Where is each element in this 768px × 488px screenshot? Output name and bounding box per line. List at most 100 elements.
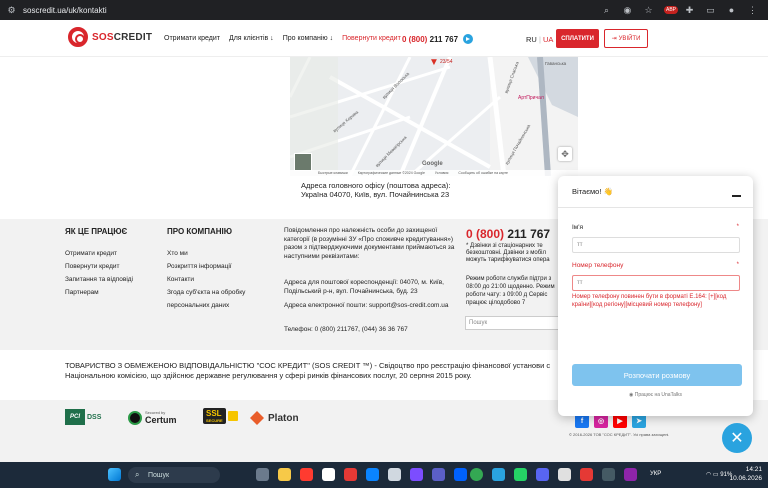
site-info-icon[interactable]: ⚙ (6, 5, 17, 16)
telegram-taskbar-icon[interactable] (492, 468, 505, 481)
nav-for-clients[interactable]: Для клієнтів ↓ (229, 35, 274, 42)
certum-icon (128, 410, 142, 425)
lang-ru[interactable]: RU (526, 35, 537, 44)
ssl-badge: SSL SECURE (203, 408, 238, 424)
phone-input[interactable]: тт (572, 275, 740, 291)
login-button[interactable]: ⇥ УВІЙТИ (604, 29, 648, 48)
platon-icon (250, 411, 264, 425)
start-icon[interactable] (108, 468, 121, 481)
youtube-icon[interactable]: ▶ (613, 414, 627, 428)
header-phone[interactable]: 0 (800) 211 767 (402, 34, 474, 44)
extension-icon[interactable]: ABP (663, 6, 678, 14)
working-hours: Режим роботи служби підтри з 08:00 до 21… (466, 276, 555, 306)
menu-icon[interactable]: ⋮ (747, 5, 758, 16)
address-bar[interactable]: soscredit.ua/uk/kontakti (23, 6, 601, 15)
google-logo: Google (422, 161, 443, 167)
footer-link[interactable]: Партнерам (65, 289, 99, 296)
nav-about[interactable]: Про компанію ↓ (283, 35, 333, 42)
nav-get-credit[interactable]: Отримати кредит (164, 35, 220, 42)
map-shortcuts-link[interactable]: Быстрые клавиши (318, 171, 348, 175)
whatsapp-icon[interactable] (514, 468, 527, 481)
footer-big-phone[interactable]: 0 (800) 211 767 (466, 227, 550, 241)
close-chat-button[interactable]: ✕ (722, 423, 752, 453)
legal-text: ТОВАРИСТВО З ОБМЕЖЕНОЮ ВІДПОВІДАЛЬНІСТЮ … (65, 361, 551, 380)
app-icon[interactable] (388, 468, 401, 481)
footer-link[interactable]: Розкриття інформації (167, 263, 232, 270)
keyboard-language[interactable]: УКР (650, 471, 661, 477)
move-icon: ✥ (561, 148, 569, 159)
map-poi[interactable]: АртПричал (518, 95, 544, 101)
map-marker-icon[interactable]: ▼ (429, 57, 439, 68)
chat-widget: Вітаємо! 👋 Ім'я * тт Номер телефону * тт… (558, 176, 753, 416)
map-caption: Быстрые клавиши Картографические данные … (290, 170, 578, 176)
footer-link[interactable]: персональних даних (167, 302, 229, 309)
file-explorer-icon[interactable] (278, 468, 291, 481)
footer-link[interactable]: Повернути кредит (65, 263, 119, 270)
nav-repay-credit[interactable]: Повернути кредит (342, 35, 401, 42)
task-view-icon[interactable] (256, 468, 269, 481)
instagram-icon[interactable]: ◎ (594, 414, 608, 428)
google-map[interactable]: ▼ 23/54 вулиця Спаська вулиця Волоська в… (290, 57, 578, 176)
map-streets (290, 57, 578, 176)
lang-ua[interactable]: UA (543, 35, 553, 44)
copyright: © 2016-2026 ТОВ "СОС КРЕДИТ". Усі права … (569, 432, 670, 437)
taskbar-search[interactable]: ⌕ Пошук (128, 467, 220, 483)
footer-link[interactable]: Контакти (167, 276, 194, 283)
chat-header: Вітаємо! 👋 (558, 176, 753, 208)
street-label: Гаванська (545, 61, 567, 66)
name-label: Ім'я (572, 224, 584, 231)
name-input[interactable]: тт (572, 237, 740, 253)
app-icon[interactable] (580, 468, 593, 481)
battery-status[interactable]: ◠ ▭ 91% (706, 471, 732, 478)
footer-link[interactable]: Запитання та відповіді (65, 276, 133, 283)
eye-off-icon[interactable]: ◉ (622, 5, 633, 16)
footer-search-input[interactable]: Пошук (465, 316, 560, 330)
chat-greeting: Вітаємо! 👋 (572, 187, 613, 196)
chrome-icon[interactable] (470, 468, 483, 481)
app-icon[interactable] (344, 468, 357, 481)
pay-button[interactable]: СПЛАТИТИ (556, 29, 599, 48)
map-terms-link[interactable]: Условия (435, 171, 448, 175)
start-chat-button[interactable]: Розпочати розмову (572, 364, 742, 386)
taskbar: ⌕ Пошук УКР ◠ ▭ 91% 14:21 10.06.2026 (0, 462, 768, 488)
logo[interactable]: SOSCREDIT (68, 27, 152, 47)
map-pan-control[interactable]: ✥ (558, 147, 572, 161)
clock[interactable]: 14:21 10.06.2026 (729, 465, 762, 483)
map-layer-toggle[interactable] (294, 153, 312, 171)
app-icon[interactable] (322, 468, 335, 481)
search-icon: ⌕ (135, 470, 140, 479)
zoom-icon[interactable]: ⌕ (601, 5, 612, 16)
map-data-credit: Картографические данные ©2024 Google (357, 171, 425, 175)
dropbox-icon[interactable] (454, 468, 467, 481)
app-icon[interactable] (558, 468, 571, 481)
mail-address: Адреса для поштової кореспонденції: 0407… (284, 279, 444, 295)
app-icon[interactable] (624, 468, 637, 481)
telegram-icon[interactable] (463, 34, 474, 44)
logo-text: SOSCREDIT (92, 31, 153, 43)
edge-icon[interactable] (366, 468, 379, 481)
pci-dss-badge: PCI DSS (65, 409, 101, 425)
sidebar-icon[interactable]: ▭ (705, 5, 716, 16)
app-icon[interactable] (536, 468, 549, 481)
facebook-icon[interactable]: f (575, 414, 589, 428)
certum-badge: Secured by Certum (128, 410, 177, 425)
protected-category-notice: Повідомлення про належність особи до зах… (284, 227, 455, 260)
minimize-icon[interactable] (732, 195, 741, 197)
footer-link[interactable]: Хто ми (167, 250, 188, 257)
map-report-link[interactable]: Сообщить об ошибке на карте (458, 171, 508, 175)
powered-by[interactable]: ◉ Працює на UnaTalks (558, 392, 753, 398)
app-icon[interactable] (602, 468, 615, 481)
wifi-icon: ◠ (706, 472, 712, 478)
puzzle-icon[interactable]: ✚ (684, 5, 695, 16)
star-icon[interactable]: ☆ (643, 5, 654, 16)
opera-icon[interactable] (300, 468, 313, 481)
teams-icon[interactable] (432, 468, 445, 481)
app-icon[interactable] (410, 468, 423, 481)
email-address[interactable]: Адреса електронної пошти: support@sos-cr… (284, 302, 456, 311)
telegram-footer-icon[interactable]: ➤ (632, 414, 646, 428)
profile-icon[interactable]: ● (726, 5, 737, 16)
footer-link[interactable]: Отримати кредит (65, 250, 117, 257)
office-address-title: Адреса головного офісу (поштова адреса): (301, 181, 451, 190)
footer-about-title: ПРО КОМПАНІЮ (167, 227, 232, 236)
footer-link[interactable]: Згода суб'єкта на обробку (167, 289, 245, 296)
